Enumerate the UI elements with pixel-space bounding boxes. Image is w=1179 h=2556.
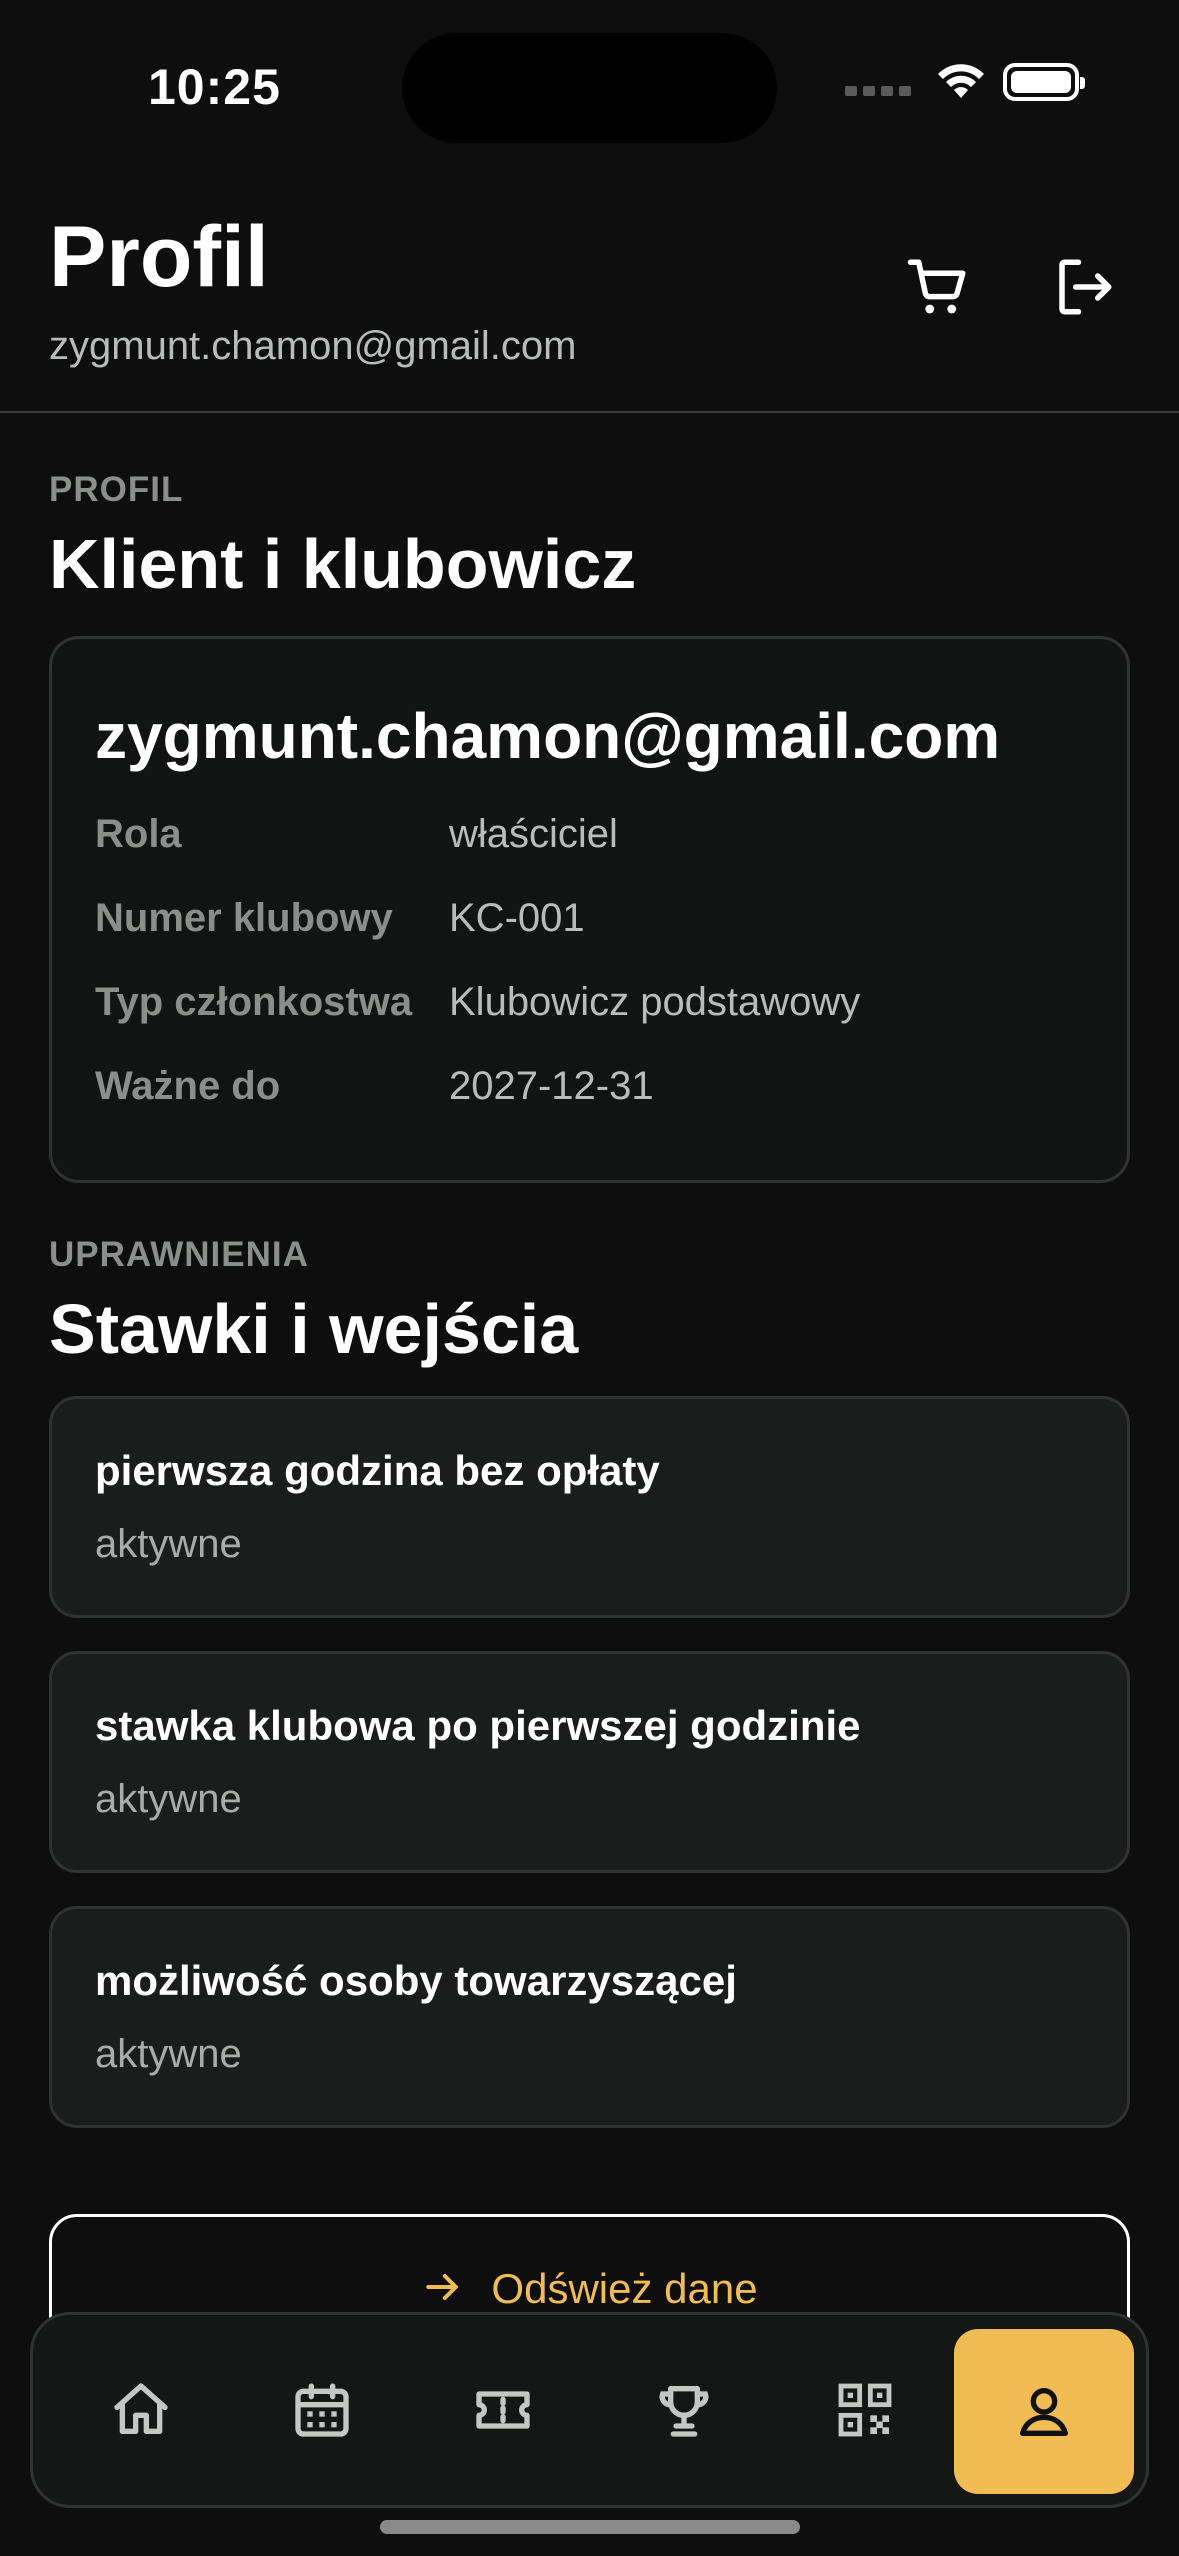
permission-status: aktywne bbox=[95, 1522, 242, 1566]
ticket-icon bbox=[475, 2391, 530, 2429]
profile-icon bbox=[1020, 2387, 1068, 2436]
row-label: Typ członkostwa bbox=[95, 980, 413, 1024]
row-label: Numer klubowy bbox=[95, 896, 393, 940]
row-value: właściciel bbox=[449, 812, 618, 856]
logout-button[interactable] bbox=[1049, 252, 1119, 322]
signal-icon bbox=[845, 86, 911, 96]
nav-profile[interactable] bbox=[954, 2329, 1134, 2494]
battery-icon bbox=[1003, 63, 1085, 101]
permission-status: aktywne bbox=[95, 1777, 242, 1821]
logout-icon bbox=[1059, 259, 1112, 315]
status-time: 10:25 bbox=[148, 59, 281, 115]
bottom-nav bbox=[30, 2312, 1149, 2508]
row-value: KC-001 bbox=[449, 896, 585, 940]
home-icon bbox=[113, 2383, 168, 2434]
cart-icon bbox=[907, 259, 966, 314]
header-email: zygmunt.chamon@gmail.com bbox=[49, 324, 577, 368]
permission-title: stawka klubowa po pierwszej godzinie bbox=[95, 1702, 861, 1749]
home-indicator[interactable] bbox=[380, 2520, 800, 2534]
permission-card[interactable]: pierwsza godzina bez opłaty aktywne bbox=[49, 1396, 1130, 1618]
nav-tickets[interactable] bbox=[412, 2328, 593, 2493]
arrow-right-icon bbox=[426, 2273, 459, 2301]
nav-home[interactable] bbox=[50, 2328, 231, 2493]
row-label: Ważne do bbox=[95, 1064, 281, 1108]
nav-calendar[interactable] bbox=[231, 2328, 412, 2493]
wifi-icon bbox=[938, 64, 984, 98]
row-value: 2027-12-31 bbox=[449, 1064, 654, 1108]
nav-trophy[interactable] bbox=[593, 2328, 774, 2493]
row-label: Rola bbox=[95, 812, 182, 856]
section-eyebrow-profile: PROFIL bbox=[49, 470, 184, 509]
dynamic-island bbox=[402, 33, 777, 143]
section-title-profile: Klient i klubowicz bbox=[49, 525, 637, 603]
profile-screen: 10:25 Profil zygmunt.chamon@gmail.com PR… bbox=[0, 0, 1179, 2556]
qr-code-icon bbox=[838, 2383, 891, 2437]
permission-card[interactable]: stawka klubowa po pierwszej godzinie akt… bbox=[49, 1651, 1130, 1873]
page-title: Profil bbox=[49, 209, 269, 305]
refresh-button-label: Odśwież dane bbox=[491, 2265, 758, 2312]
profile-card-email: zygmunt.chamon@gmail.com bbox=[95, 700, 1001, 772]
permission-card[interactable]: możliwość osoby towarzyszącej aktywne bbox=[49, 1906, 1130, 2128]
status-indicators bbox=[845, 62, 1085, 102]
row-value: Klubowicz podstawowy bbox=[449, 980, 861, 1024]
section-title-permissions: Stawki i wejścia bbox=[49, 1290, 579, 1368]
cart-button[interactable] bbox=[903, 252, 973, 322]
header-divider bbox=[0, 411, 1179, 413]
calendar-icon bbox=[294, 2383, 349, 2437]
nav-qr[interactable] bbox=[774, 2328, 955, 2493]
trophy-icon bbox=[659, 2386, 708, 2437]
profile-card: zygmunt.chamon@gmail.com Rola właściciel… bbox=[49, 636, 1130, 1183]
permission-status: aktywne bbox=[95, 2032, 242, 2076]
section-eyebrow-permissions: UPRAWNIENIA bbox=[49, 1235, 309, 1274]
header-actions bbox=[903, 252, 1119, 322]
permission-title: możliwość osoby towarzyszącej bbox=[95, 1957, 737, 2004]
permission-title: pierwsza godzina bez opłaty bbox=[95, 1447, 660, 1494]
